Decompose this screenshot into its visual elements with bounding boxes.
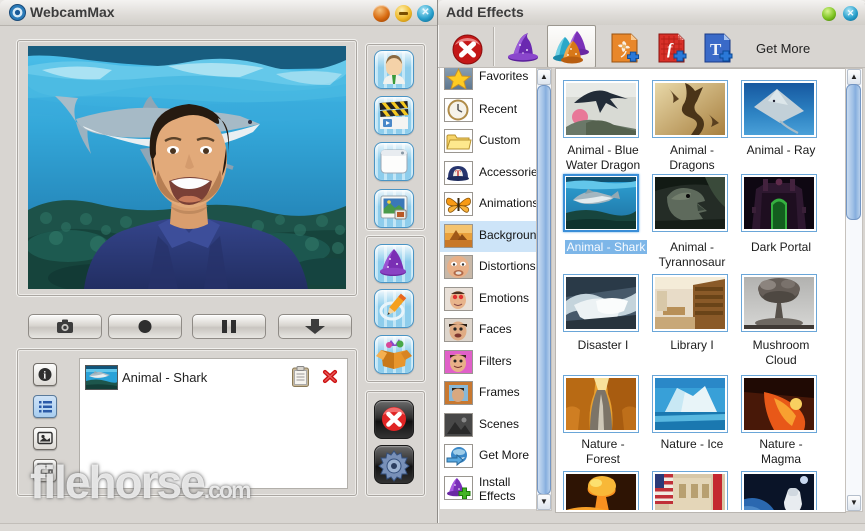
svg-text:i: i [43, 371, 46, 382]
